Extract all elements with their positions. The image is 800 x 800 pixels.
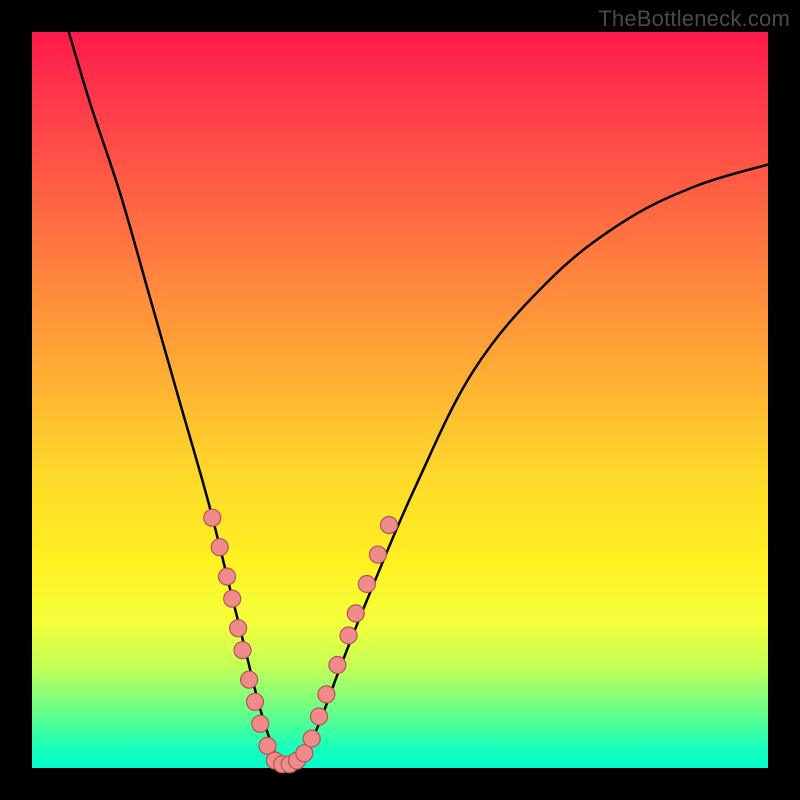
marker-dot bbox=[224, 590, 241, 607]
marker-dot bbox=[211, 539, 228, 556]
marker-dot bbox=[241, 671, 258, 688]
marker-dot bbox=[381, 517, 398, 534]
bottleneck-curve bbox=[69, 32, 768, 770]
marker-dot bbox=[340, 627, 357, 644]
plot-area bbox=[32, 32, 768, 768]
marker-dots bbox=[204, 509, 398, 773]
marker-dot bbox=[204, 509, 221, 526]
marker-dot bbox=[358, 576, 375, 593]
marker-dot bbox=[230, 620, 247, 637]
marker-dot bbox=[329, 657, 346, 674]
marker-dot bbox=[247, 693, 264, 710]
marker-dot bbox=[311, 708, 328, 725]
curve-svg bbox=[32, 32, 768, 768]
marker-dot bbox=[369, 546, 386, 563]
marker-dot bbox=[252, 715, 269, 732]
marker-dot bbox=[303, 730, 320, 747]
marker-dot bbox=[219, 568, 236, 585]
chart-frame: TheBottleneck.com bbox=[0, 0, 800, 800]
watermark-text: TheBottleneck.com bbox=[598, 6, 790, 32]
marker-dot bbox=[347, 605, 364, 622]
marker-dot bbox=[234, 642, 251, 659]
marker-dot bbox=[318, 686, 335, 703]
